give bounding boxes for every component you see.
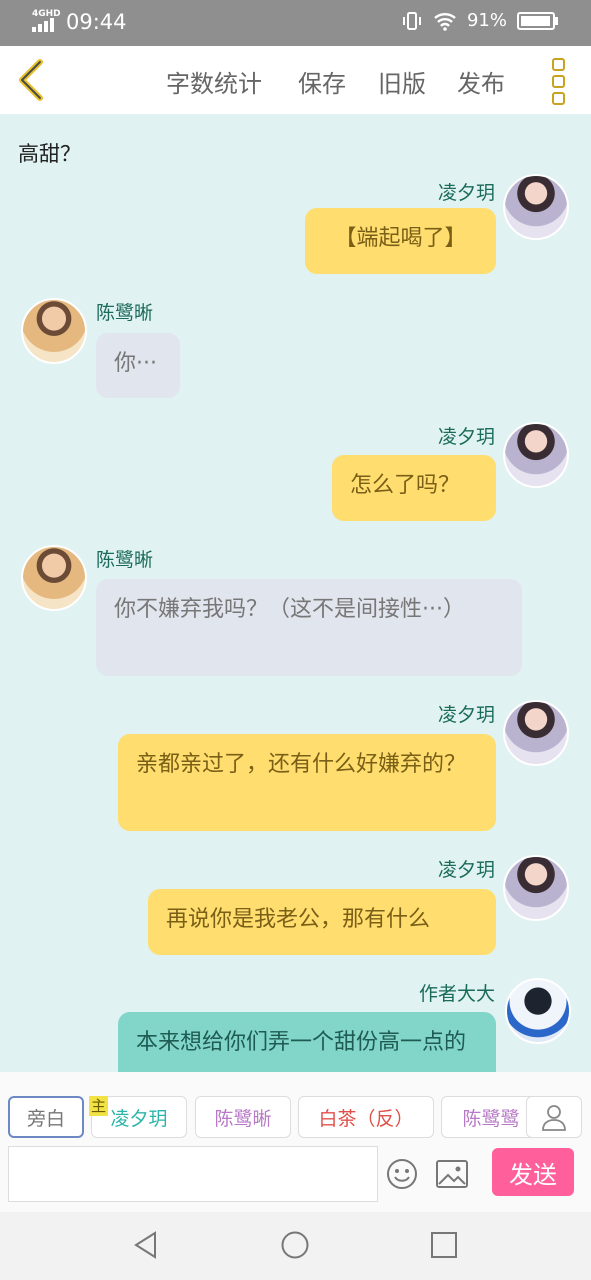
clock: 09:44 bbox=[66, 10, 127, 34]
character-selector: 旁白 凌夕玥 主 陈鹭晰 白茶（反） 陈鹭鹭 bbox=[0, 1072, 591, 1144]
message-bubble[interactable]: 本来想给你们弄一个甜份高一点的 bbox=[118, 1012, 496, 1072]
chat-area[interactable]: 高甜？ 凌夕玥 【端起喝了】 陈鹭晰 你··· 凌夕玥 怎么了吗？ 陈鹭晰 你不… bbox=[0, 114, 591, 1072]
speaker-name: 凌夕玥 bbox=[437, 704, 495, 726]
message-bubble[interactable]: 你不嫌弃我吗？（这不是间接性···） bbox=[96, 579, 522, 676]
speaker-name: 凌夕玥 bbox=[437, 182, 495, 204]
person-icon bbox=[542, 1105, 566, 1131]
avatar[interactable] bbox=[503, 174, 569, 240]
back-nav-icon[interactable] bbox=[131, 1230, 161, 1260]
avatar[interactable] bbox=[503, 700, 569, 766]
message-bubble[interactable]: 【端起喝了】 bbox=[305, 208, 496, 274]
image-icon[interactable] bbox=[436, 1160, 468, 1188]
message-bubble[interactable]: 再说你是我老公，那有什么 bbox=[148, 889, 496, 955]
input-bar: 发送 bbox=[0, 1144, 591, 1212]
more-menu-icon[interactable] bbox=[552, 58, 566, 105]
main-character-badge: 主 bbox=[89, 1096, 109, 1116]
save-button[interactable]: 保存 bbox=[298, 64, 346, 99]
home-nav-icon[interactable] bbox=[280, 1230, 310, 1260]
battery-percent: 91% bbox=[466, 10, 507, 31]
speaker-name: 凌夕玥 bbox=[437, 426, 495, 448]
word-count-button[interactable]: 字数统计 bbox=[166, 64, 262, 99]
speaker-name: 陈鹭晰 bbox=[96, 302, 154, 324]
vibrate-icon bbox=[402, 11, 421, 30]
speaker-name: 作者大大 bbox=[418, 983, 495, 1005]
send-button[interactable]: 发送 bbox=[492, 1148, 574, 1196]
character-chip-narrator[interactable]: 旁白 bbox=[8, 1096, 84, 1138]
character-chip[interactable]: 白茶（反） bbox=[298, 1096, 434, 1138]
narration-text: 高甜？ bbox=[18, 142, 81, 166]
old-version-button[interactable]: 旧版 bbox=[378, 64, 426, 99]
speaker-name: 陈鹭晰 bbox=[96, 549, 154, 571]
system-nav-bar bbox=[0, 1212, 591, 1280]
wifi-icon bbox=[434, 12, 456, 31]
editor-toolbar: 字数统计 保存 旧版 发布 bbox=[0, 46, 591, 114]
battery-icon bbox=[517, 11, 558, 30]
avatar[interactable] bbox=[21, 545, 87, 611]
avatar[interactable] bbox=[503, 855, 569, 921]
emoji-icon[interactable] bbox=[386, 1158, 418, 1190]
recents-nav-icon[interactable] bbox=[430, 1230, 458, 1260]
avatar[interactable] bbox=[503, 422, 569, 488]
status-bar: 4GHD 09:44 91% bbox=[0, 0, 591, 46]
message-bubble[interactable]: 亲都亲过了，还有什么好嫌弃的？ bbox=[118, 734, 496, 831]
publish-button[interactable]: 发布 bbox=[457, 64, 505, 99]
message-bubble[interactable]: 你··· bbox=[96, 333, 180, 398]
message-input[interactable] bbox=[8, 1146, 378, 1202]
speaker-name: 凌夕玥 bbox=[437, 859, 495, 881]
character-chip[interactable]: 陈鹭晰 bbox=[195, 1096, 291, 1138]
add-character-button[interactable] bbox=[526, 1096, 582, 1138]
message-bubble[interactable]: 怎么了吗？ bbox=[332, 455, 496, 521]
signal-icon bbox=[32, 18, 54, 32]
back-arrow-icon[interactable] bbox=[14, 58, 48, 102]
avatar[interactable] bbox=[21, 298, 87, 364]
avatar[interactable] bbox=[505, 978, 571, 1044]
